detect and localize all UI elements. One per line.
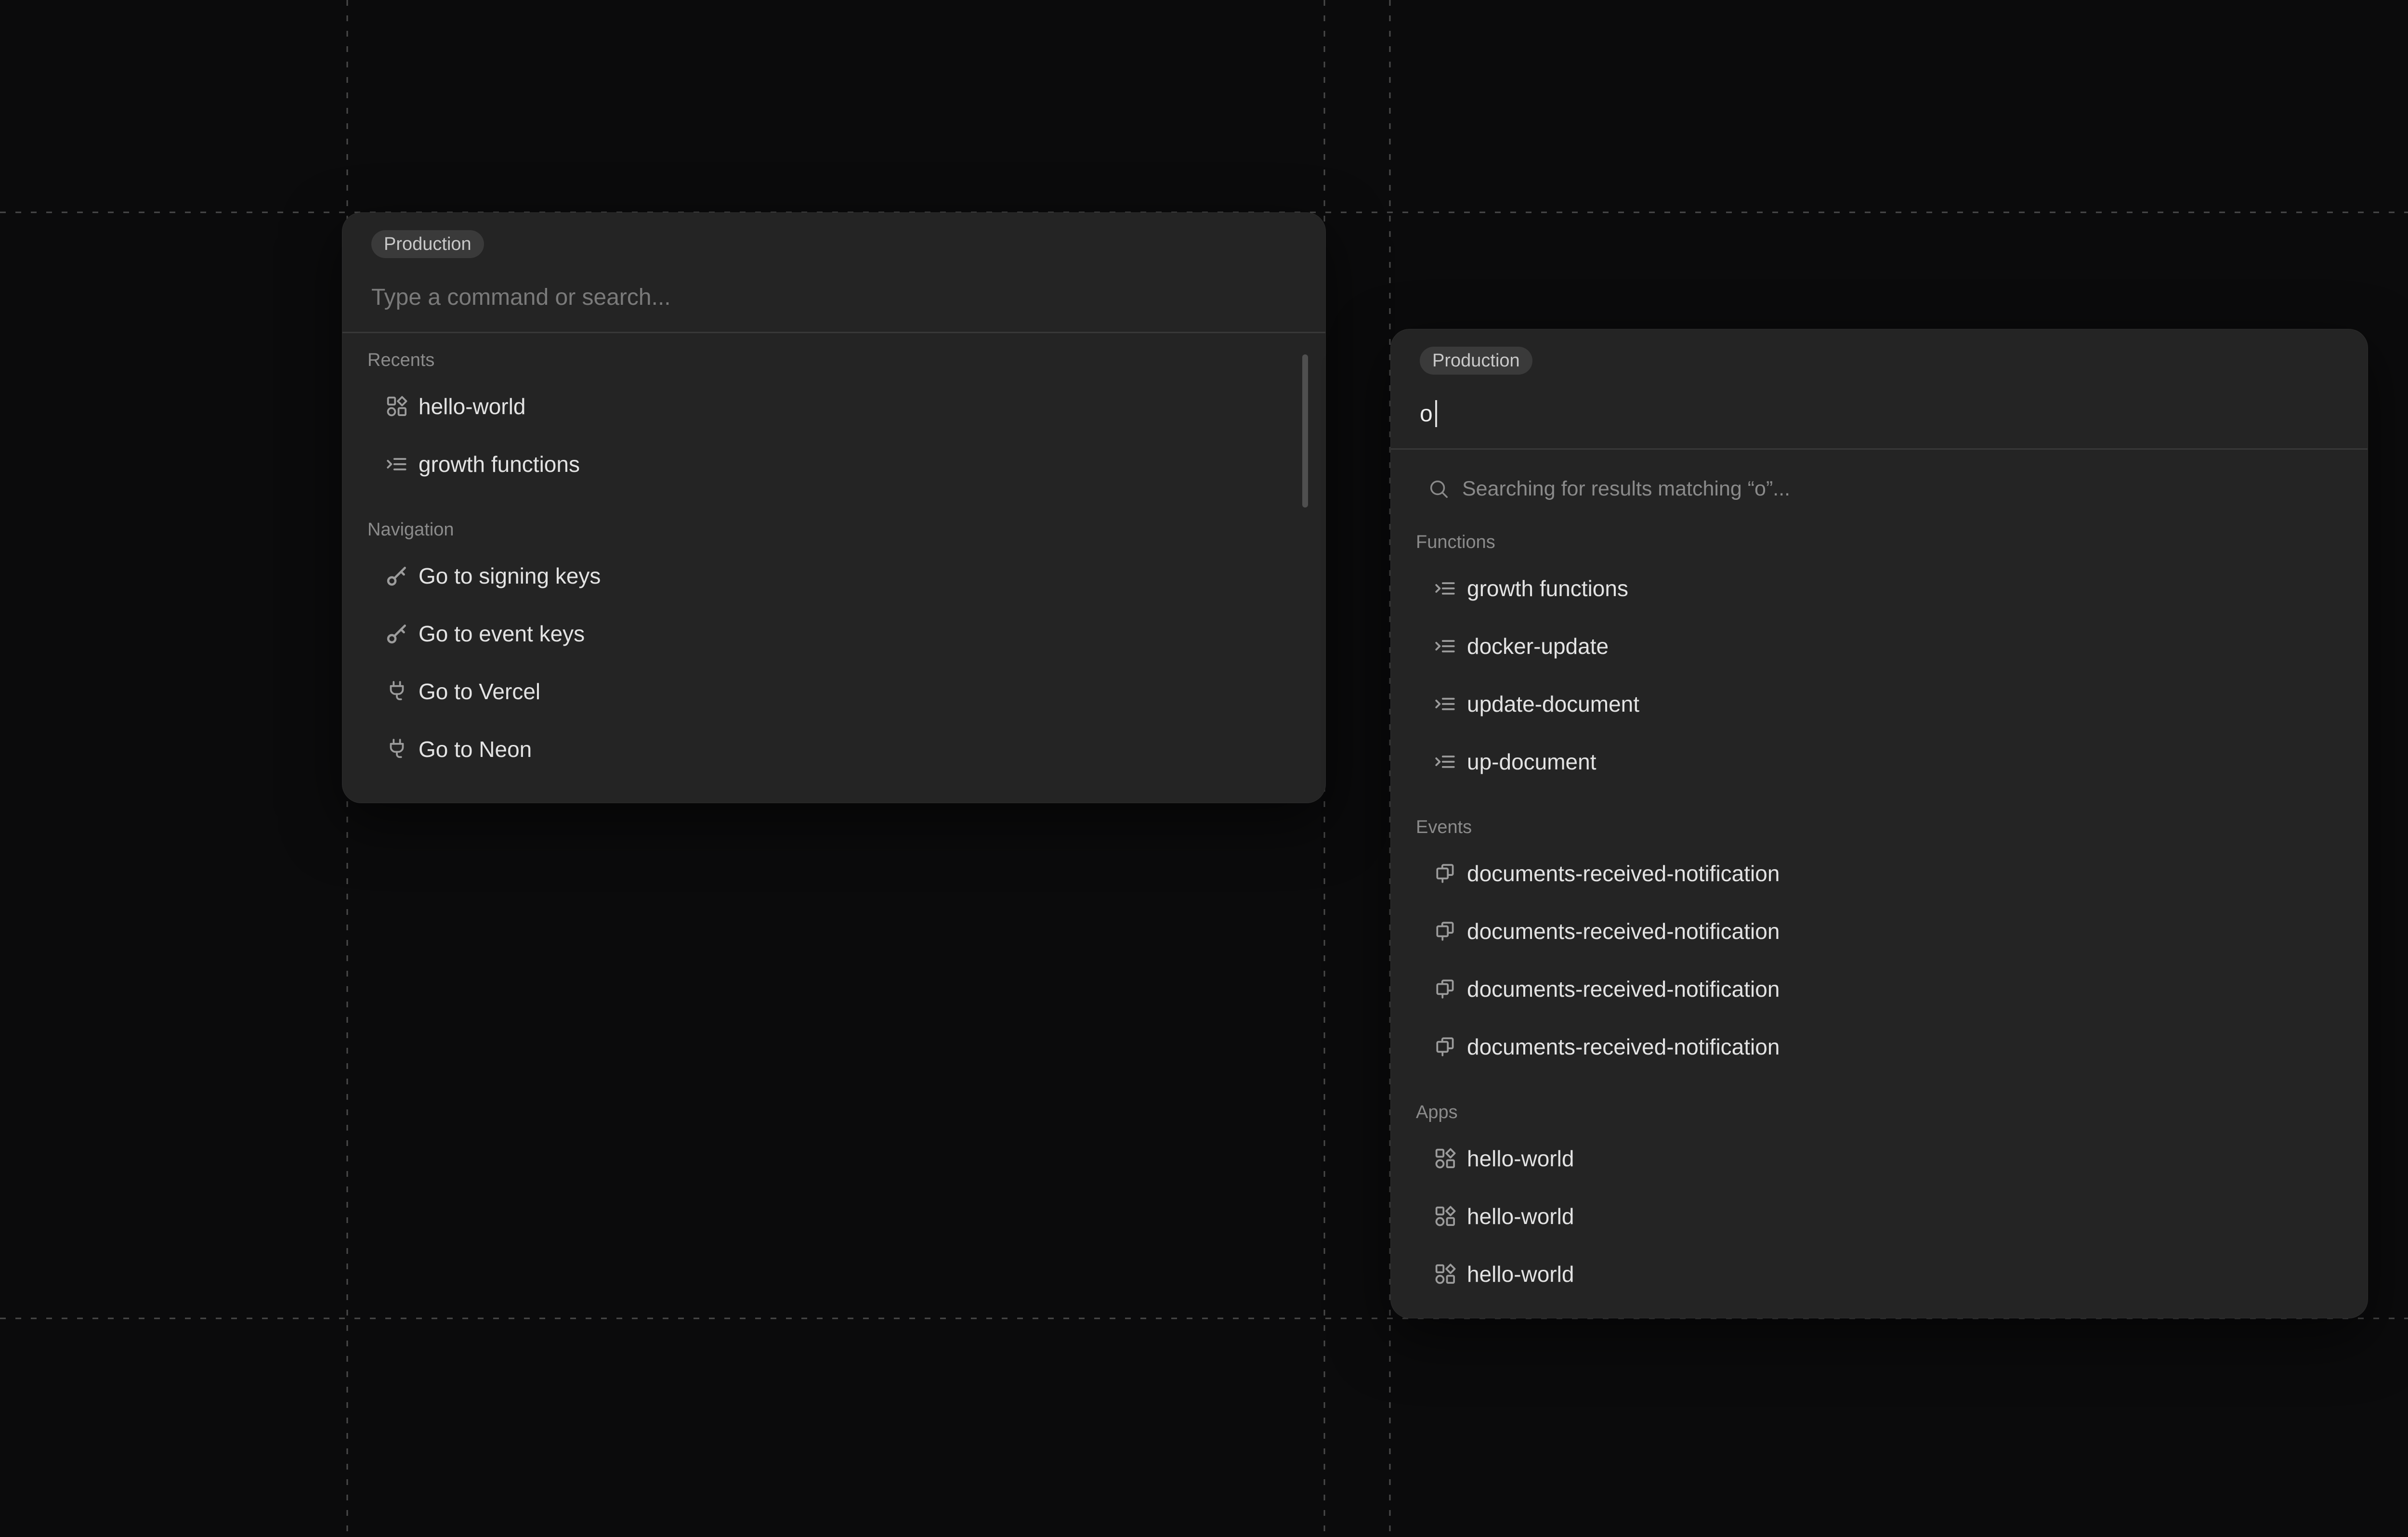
list-item[interactable]: Go to Neon — [342, 720, 1325, 778]
search-status-row: Searching for results matching “o”... — [1391, 467, 2368, 510]
right-palette-header: Production o — [1391, 329, 2368, 450]
environment-badge[interactable]: Production — [1420, 347, 1532, 375]
list-item[interactable]: hello-world — [342, 378, 1325, 435]
section-label-functions: Functions — [1391, 533, 2368, 552]
list-item[interactable]: hello-world — [1391, 1187, 2368, 1245]
desktop-background: Production Type a command or search... R… — [0, 0, 2408, 1537]
key-icon — [385, 622, 409, 646]
event-windows-icon — [1433, 861, 1457, 886]
command-input[interactable]: Type a command or search... — [371, 284, 671, 311]
list-item[interactable]: growth functions — [1391, 560, 2368, 617]
function-list-icon — [1433, 692, 1457, 716]
search-icon — [1427, 478, 1450, 500]
list-item[interactable]: documents-received-notification — [1391, 902, 2368, 960]
list-item[interactable]: growth functions — [342, 435, 1325, 493]
list-item-label: growth functions — [1467, 575, 1628, 601]
list-item[interactable]: documents-received-notification — [1391, 845, 2368, 902]
list-item[interactable]: up-document — [1391, 733, 2368, 791]
list-item-label: documents-received-notification — [1467, 1034, 1780, 1060]
scrollbar-thumb[interactable] — [1302, 354, 1308, 508]
section-label-navigation: Navigation — [342, 520, 1325, 539]
event-windows-icon — [1433, 919, 1457, 943]
list-item[interactable]: Go to signing keys — [342, 547, 1325, 605]
list-item-label: documents-received-notification — [1467, 860, 1780, 886]
app-grid-icon — [1433, 1262, 1457, 1286]
right-results-list: Searching for results matching “o”... Fu… — [1391, 467, 2368, 1303]
plug-icon — [385, 737, 409, 761]
function-list-icon — [1433, 576, 1457, 600]
list-item-label: growth functions — [419, 451, 580, 477]
left-results-list: Recents hello-world growth functions — [342, 333, 1325, 778]
list-item-label: documents-received-notification — [1467, 976, 1780, 1002]
list-item-label: hello-world — [1467, 1203, 1574, 1229]
list-item-label: Go to signing keys — [419, 563, 601, 589]
function-list-icon — [1433, 634, 1457, 658]
function-list-icon — [385, 452, 409, 476]
plug-icon — [385, 679, 409, 703]
section-label-apps: Apps — [1391, 1103, 2368, 1122]
list-item[interactable]: update-document — [1391, 675, 2368, 733]
list-item-label: up-document — [1467, 749, 1597, 775]
list-item-label: Go to Neon — [419, 736, 532, 762]
event-windows-icon — [1433, 1035, 1457, 1059]
command-input-value: o — [1420, 401, 1433, 427]
right-command-palette: Production o Searching for results match… — [1390, 329, 2368, 1318]
list-item-label: hello-world — [419, 393, 525, 419]
left-command-palette: Production Type a command or search... R… — [342, 212, 1326, 803]
command-input[interactable]: o — [1420, 400, 1437, 427]
list-item-label: hello-world — [1467, 1261, 1574, 1287]
list-item[interactable]: docker-update — [1391, 617, 2368, 675]
text-cursor — [1435, 400, 1437, 427]
function-list-icon — [1433, 750, 1457, 774]
list-item-label: documents-received-notification — [1467, 918, 1780, 944]
list-item-label: Go to event keys — [419, 621, 585, 647]
list-item[interactable]: hello-world — [1391, 1130, 2368, 1187]
search-status-text: Searching for results matching “o”... — [1462, 477, 1790, 501]
list-item-label: docker-update — [1467, 633, 1609, 659]
event-windows-icon — [1433, 977, 1457, 1001]
section-label-events: Events — [1391, 818, 2368, 837]
environment-badge[interactable]: Production — [371, 230, 484, 258]
list-item[interactable]: documents-received-notification — [1391, 1018, 2368, 1076]
left-palette-header: Production Type a command or search... — [342, 213, 1325, 333]
list-item[interactable]: documents-received-notification — [1391, 960, 2368, 1018]
list-item[interactable]: hello-world — [1391, 1245, 2368, 1303]
list-item-label: hello-world — [1467, 1146, 1574, 1172]
app-grid-icon — [1433, 1204, 1457, 1228]
list-item[interactable]: Go to event keys — [342, 605, 1325, 663]
list-item-label: update-document — [1467, 691, 1639, 717]
list-item-label: Go to Vercel — [419, 678, 540, 704]
app-grid-icon — [1433, 1146, 1457, 1171]
list-item[interactable]: Go to Vercel — [342, 663, 1325, 720]
key-icon — [385, 564, 409, 588]
section-label-recents: Recents — [342, 351, 1325, 370]
app-grid-icon — [385, 394, 409, 418]
